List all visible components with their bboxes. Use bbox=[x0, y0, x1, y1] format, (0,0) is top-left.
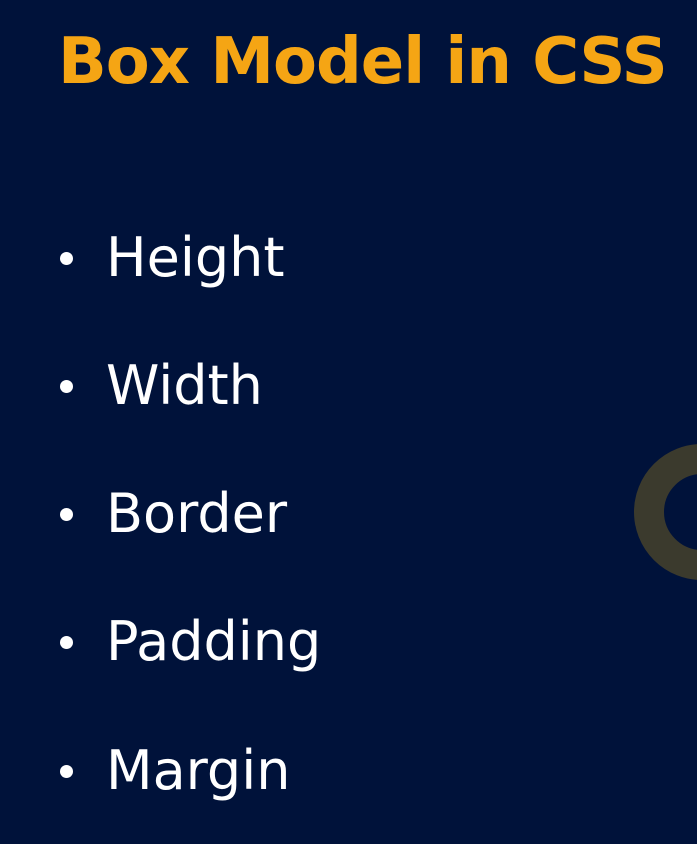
bullet-label: Border bbox=[106, 482, 288, 545]
bullet-label: Padding bbox=[106, 610, 322, 673]
bullet-item-margin: Margin bbox=[60, 739, 290, 803]
bullet-dot-icon bbox=[60, 635, 73, 649]
bullet-item-border: Border bbox=[60, 482, 287, 546]
decorative-ring-icon bbox=[634, 444, 697, 580]
bullet-dot-icon bbox=[60, 379, 73, 393]
bullet-label: Height bbox=[106, 226, 285, 289]
slide-title: Box Model in CSS bbox=[58, 25, 668, 99]
bullet-dot-icon bbox=[60, 507, 73, 521]
bullet-item-width: Width bbox=[60, 354, 263, 418]
bullet-dot-icon bbox=[60, 251, 73, 265]
bullet-item-height: Height bbox=[60, 226, 285, 290]
bullet-dot-icon bbox=[60, 764, 73, 778]
slide: Box Model in CSS Height Width Border Pad… bbox=[0, 0, 697, 844]
bullet-item-padding: Padding bbox=[60, 610, 321, 674]
bullet-label: Margin bbox=[106, 739, 291, 802]
bullet-label: Width bbox=[106, 354, 263, 417]
